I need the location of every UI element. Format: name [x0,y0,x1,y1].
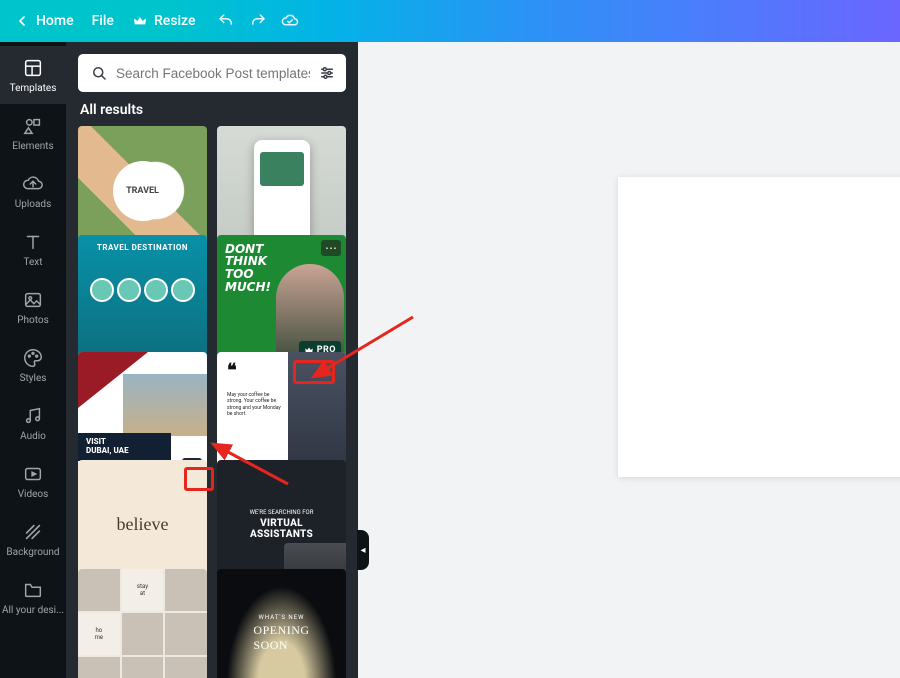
template-subtitle: WHAT'S NEW [259,614,305,621]
templates-icon [22,57,44,79]
search-field[interactable] [78,54,346,92]
topbar: Home File Resize [0,0,900,42]
cloud-check-icon [281,11,299,31]
rail-label: Audio [20,431,46,442]
rail-label: Styles [20,373,47,384]
template-title: VISITDUBAI, UAE [78,433,171,461]
rail-text[interactable]: Text [0,220,66,278]
top-icon-group [217,12,299,30]
template-card[interactable]: stayat home [78,569,207,678]
palette-icon [22,347,44,369]
template-title: TRAVEL [113,161,173,221]
body: Templates Elements Uploads Text Photos S… [0,42,900,678]
cloud-save-button[interactable] [281,12,299,30]
templates-panel: All results TRAVEL TRAVEL DESTINATION ⋯ … [66,42,358,678]
rail-photos[interactable]: Photos [0,278,66,336]
cloud-upload-icon [22,173,44,195]
template-title: believe [117,514,169,535]
rail-label: Uploads [15,199,51,210]
home-label: Home [36,13,74,29]
crown-icon [132,13,148,29]
rail-audio[interactable]: Audio [0,394,66,452]
music-icon [22,405,44,427]
canvas-area[interactable]: ◂ [358,42,900,678]
template-title: TRAVEL DESTINATION [97,243,188,252]
rail-label: Background [6,547,59,558]
template-title: OPENINGSOON [253,623,309,653]
side-rail: Templates Elements Uploads Text Photos S… [0,42,66,678]
app-root: Home File Resize Templates [0,0,900,678]
rail-label: Elements [12,141,53,152]
rail-label: Text [23,257,42,268]
rail-styles[interactable]: Styles [0,336,66,394]
search-input[interactable] [116,66,310,81]
redo-icon [249,12,267,30]
video-icon [22,463,44,485]
phone-mockup-graphic [254,140,310,242]
template-grid[interactable]: TRAVEL TRAVEL DESTINATION ⋯ DONTTHINKTOO… [66,126,358,678]
template-title: DONTTHINKTOOMUCH! [225,243,271,293]
search-icon [90,64,108,82]
template-card[interactable]: TRAVEL DESTINATION [78,235,207,364]
rail-allyourdesigns[interactable]: All your desi... [0,568,66,626]
rail-label: All your desi... [2,605,64,616]
filter-sliders-icon[interactable] [318,64,336,82]
rail-label: Photos [17,315,49,326]
template-card[interactable]: ⋯ DONTTHINKTOOMUCH! PRO [217,235,346,364]
undo-button[interactable] [217,12,235,30]
quote-icon: ❝ [227,360,237,381]
template-subtitle: WE'RE SEARCHING FOR [250,509,314,516]
results-heading: All results [66,100,358,126]
template-more-menu[interactable]: ⋯ [321,240,341,256]
photo-icon [22,289,44,311]
blank-page[interactable] [618,177,900,477]
rail-templates[interactable]: Templates [0,46,66,104]
hatch-icon [22,521,44,543]
template-title: VIRTUALASSISTANTS [250,518,313,540]
rail-videos[interactable]: Videos [0,452,66,510]
back-home-button[interactable]: Home [14,13,74,29]
folder-icon [22,579,44,601]
rail-label: Templates [10,83,57,94]
file-label: File [92,13,114,29]
chevron-left-icon [14,13,30,29]
rail-elements[interactable]: Elements [0,104,66,162]
redo-button[interactable] [249,12,267,30]
rail-label: Videos [18,489,49,500]
undo-icon [217,12,235,30]
rail-background[interactable]: Background [0,510,66,568]
shapes-icon [22,115,44,137]
text-icon [22,231,44,253]
rail-uploads[interactable]: Uploads [0,162,66,220]
file-menu[interactable]: File [92,13,114,29]
resize-label: Resize [154,13,196,29]
collapse-panel-handle[interactable]: ◂ [357,530,369,570]
template-card[interactable]: WHAT'S NEW OPENINGSOON [217,569,346,678]
search-wrap [66,42,358,100]
resize-menu[interactable]: Resize [132,13,196,29]
